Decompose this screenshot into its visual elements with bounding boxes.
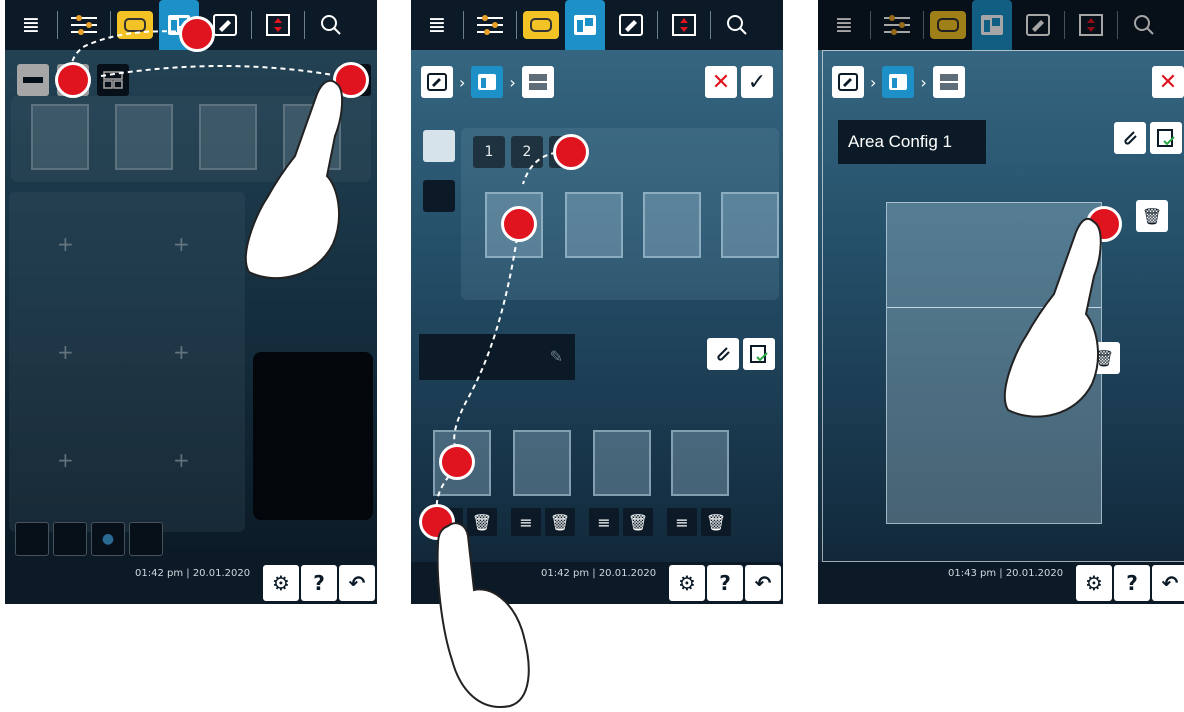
breadcrumb-layout-icon[interactable] xyxy=(932,66,965,98)
config-name-value: Area Config 1 xyxy=(848,132,952,151)
food-icon[interactable] xyxy=(930,11,966,39)
top-toolbar: ≣ xyxy=(818,0,1184,50)
config-name-field[interactable]: Area Config 1 xyxy=(838,120,986,164)
hand-pointer-icon xyxy=(436,522,530,708)
checklist-icon xyxy=(1157,129,1175,147)
help-button[interactable]: ? xyxy=(1114,565,1150,601)
edit-icon[interactable] xyxy=(1018,5,1058,45)
save-list-button[interactable] xyxy=(1150,122,1182,154)
screen-2: ≣ › › ✕ ✓ 1 2 ✎ 🗑 ≡ 🗑 ≡ 🗑 ≡ 🗑 01:42 pm |… xyxy=(411,0,783,604)
hand-pointer-icon xyxy=(1003,217,1102,418)
menu-icon[interactable]: ≣ xyxy=(824,5,864,45)
cancel-button[interactable]: ✕ xyxy=(1152,66,1184,98)
level-icon[interactable] xyxy=(1071,5,1111,45)
search-icon[interactable] xyxy=(1124,5,1164,45)
delete-area-button[interactable]: 🗑 xyxy=(1136,200,1168,232)
hand-pointer-icon xyxy=(244,79,343,280)
trash-icon: 🗑 xyxy=(1141,206,1163,226)
tap-marker xyxy=(55,62,91,98)
attach-button[interactable] xyxy=(1114,122,1146,154)
breadcrumb: › › xyxy=(832,66,965,98)
settings-button[interactable]: ⚙ xyxy=(1076,565,1112,601)
chevron-icon: › xyxy=(920,72,927,92)
tap-marker xyxy=(439,444,475,480)
back-button[interactable]: ↶ xyxy=(1152,565,1184,601)
breadcrumb-edit-icon[interactable] xyxy=(832,66,864,98)
breadcrumb-area-icon[interactable] xyxy=(882,66,915,98)
toolbar-divider xyxy=(923,11,924,39)
gesture-path xyxy=(435,151,566,511)
chevron-icon: › xyxy=(870,72,877,92)
toolbar-divider xyxy=(1064,11,1065,39)
screen-1: ≣ + + + + + + ● 01:42 pm | 20.01.2020 ⚙ … xyxy=(5,0,377,604)
screen-3: ≣ › › ✕ Area Config 1 🗑 🗑 01:43 pm | 20.… xyxy=(818,0,1184,604)
tap-marker xyxy=(179,16,215,52)
area-config-icon[interactable] xyxy=(972,0,1012,50)
bottom-bar: 01:43 pm | 20.01.2020 ⚙ ? ↶ xyxy=(818,562,1184,604)
toolbar-divider xyxy=(870,11,871,39)
clock-label: 01:43 pm | 20.01.2020 xyxy=(948,568,1064,579)
tap-marker xyxy=(553,134,589,170)
paperclip-icon xyxy=(1124,131,1137,145)
toolbar-divider xyxy=(1117,11,1118,39)
tap-marker xyxy=(501,206,537,242)
filter-icon[interactable] xyxy=(877,5,917,45)
